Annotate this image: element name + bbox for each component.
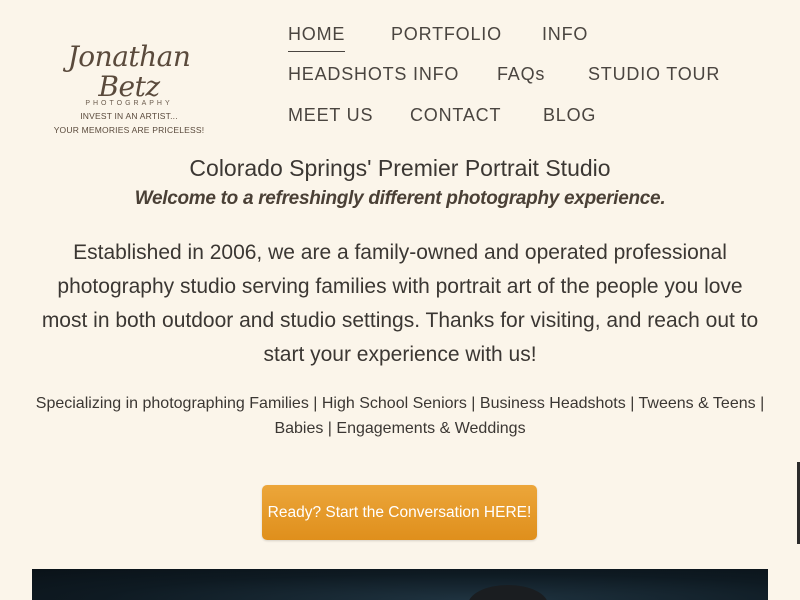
intro-paragraph: Established in 2006, we are a family-own… — [41, 241, 759, 366]
hero-image — [32, 569, 768, 600]
logo-tagline-1: INVEST IN AN ARTIST... — [80, 111, 178, 121]
nav-portfolio[interactable]: PORTFOLIO — [391, 24, 502, 45]
specializing-text: Specializing in photographing Families |… — [35, 395, 765, 437]
logo[interactable]: Jonathan Betz PHOTOGRAPHY INVEST IN AN A… — [46, 40, 212, 136]
nav-studio-tour[interactable]: STUDIO TOUR — [588, 64, 720, 85]
page-title: Colorado Springs' Premier Portrait Studi… — [189, 155, 611, 181]
logo-subtext: PHOTOGRAPHY — [85, 100, 173, 107]
page-subtitle: Welcome to a refreshingly different phot… — [134, 188, 666, 209]
logo-tagline-2: YOUR MEMORIES ARE PRICELESS! — [53, 125, 205, 135]
nav-headshots-info[interactable]: HEADSHOTS INFO — [288, 64, 459, 85]
nav-faqs[interactable]: FAQs — [497, 64, 545, 85]
start-conversation-button[interactable]: Ready? Start the Conversation HERE! — [262, 485, 537, 540]
logo-script: Jonathan Betz — [67, 40, 191, 103]
hero-subject — [468, 585, 548, 600]
nav-blog[interactable]: BLOG — [543, 105, 596, 126]
nav-meet-us[interactable]: MEET US — [288, 105, 373, 126]
nav-home[interactable]: HOME — [288, 24, 346, 52]
nav-contact[interactable]: CONTACT — [410, 105, 501, 126]
nav-info[interactable]: INFO — [542, 24, 588, 45]
